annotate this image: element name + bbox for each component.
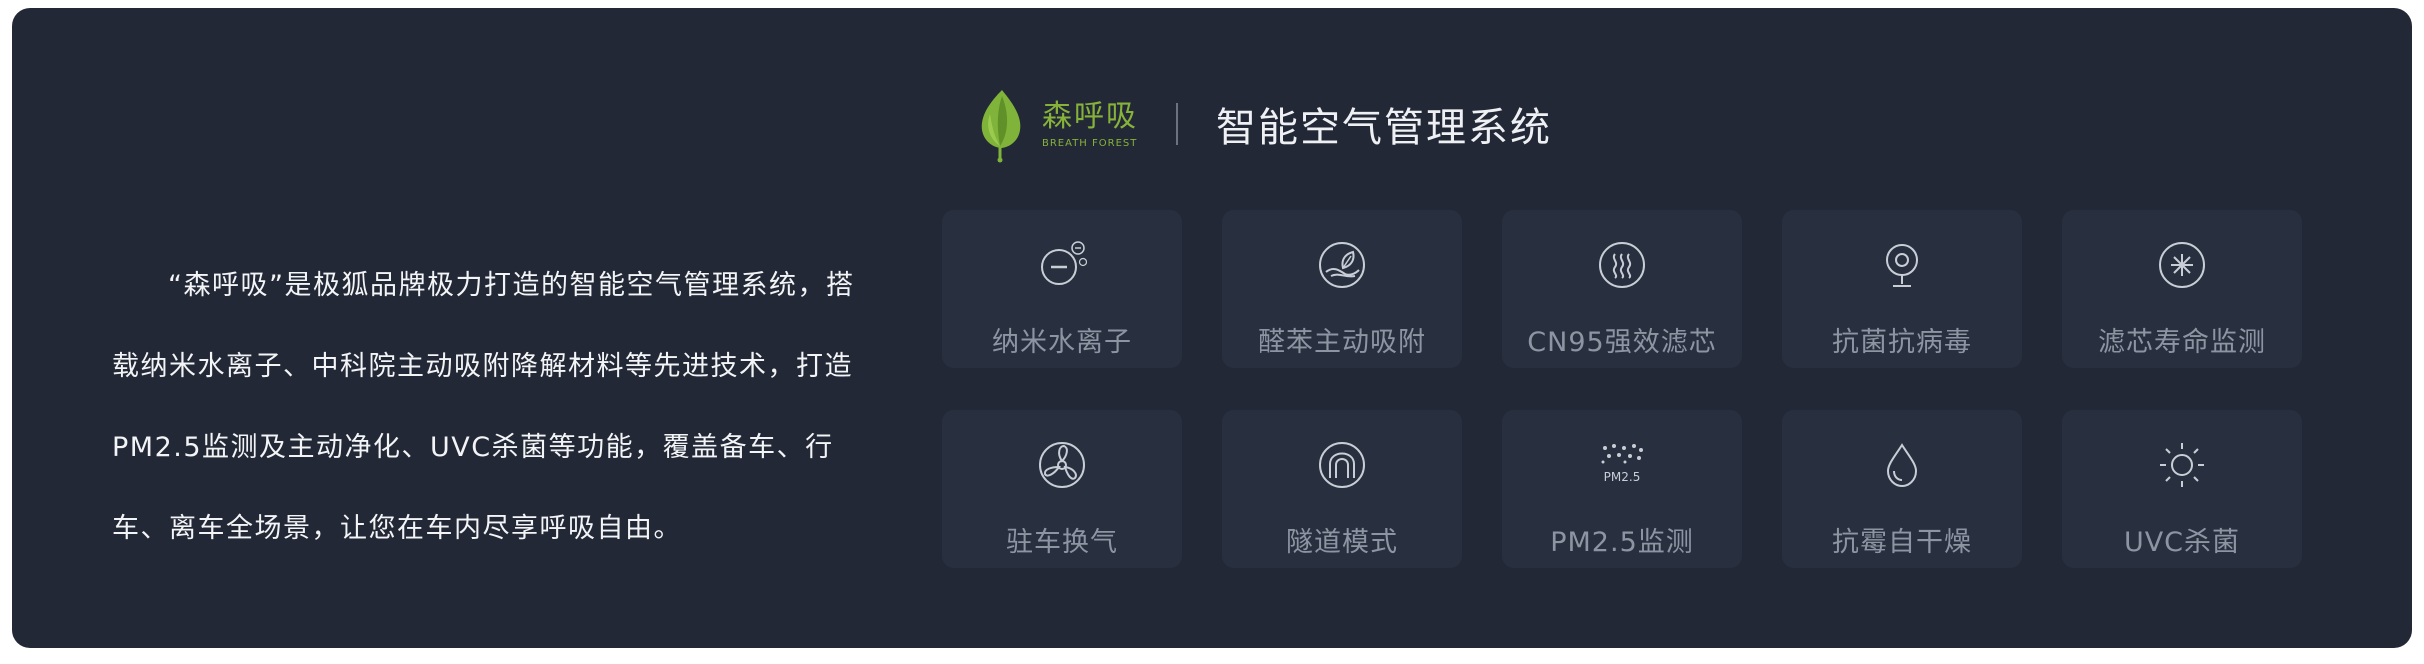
feature-label: UVC杀菌	[2123, 527, 2241, 558]
feature-card-tunnel-mode: 隧道模式	[1222, 410, 1462, 568]
feature-grid: 纳米水离子 醛苯主动吸附 CN95强效滤芯 抗菌抗病毒 滤芯寿命监测 驻车换气 …	[942, 210, 2312, 580]
feature-card-anti-mold: 抗霉自干燥	[1782, 410, 2022, 568]
feature-label: 滤芯寿命监测	[2098, 327, 2266, 358]
feature-card-antibacterial: 抗菌抗病毒	[1782, 210, 2022, 368]
feature-label: 抗菌抗病毒	[1832, 327, 1972, 358]
feature-card-leaf-adsorb: 醛苯主动吸附	[1222, 210, 1462, 368]
feature-card-filter-life: 滤芯寿命监测	[2062, 210, 2302, 368]
tunnel-icon	[1317, 440, 1367, 490]
brand-name-cn: 森呼吸	[1042, 98, 1138, 134]
feature-card-parking-ventilation: 驻车换气	[942, 410, 1182, 568]
feature-label: 醛苯主动吸附	[1258, 327, 1426, 358]
water-drop-icon	[1877, 440, 1927, 490]
feature-panel: 森呼吸 BREATH FOREST 智能空气管理系统 “森呼吸”是极狐品牌极力打…	[12, 8, 2412, 648]
brand-logo: 森呼吸 BREATH FOREST	[970, 84, 1138, 164]
antibacterial-icon	[1877, 240, 1927, 290]
leaf-logo-icon	[981, 90, 1021, 163]
filter-life-icon	[2157, 240, 2207, 290]
feature-card-uvc: UVC杀菌	[2062, 410, 2302, 568]
nano-ion-icon	[1037, 240, 1087, 290]
feature-card-pm25: PM2.5 PM2.5监测	[1502, 410, 1742, 568]
feature-label: 隧道模式	[1286, 527, 1398, 558]
fan-icon	[1037, 440, 1087, 490]
feature-label: CN95强效滤芯	[1527, 327, 1717, 358]
filter-waves-icon	[1597, 240, 1647, 290]
pm25-icon: PM2.5	[1601, 444, 1643, 484]
pm25-icon-text: PM2.5	[1604, 470, 1641, 484]
header: 森呼吸 BREATH FOREST 智能空气管理系统	[970, 84, 1552, 164]
feature-label: PM2.5监测	[1550, 527, 1694, 558]
feature-label: 纳米水离子	[992, 327, 1132, 358]
feature-card-nano-ion: 纳米水离子	[942, 210, 1182, 368]
leaf-adsorb-icon	[1317, 240, 1367, 290]
brand-name-en: BREATH FOREST	[1042, 137, 1138, 149]
system-description: “森呼吸”是极狐品牌极力打造的智能空气管理系统，搭载纳米水离子、中科院主动吸附降…	[112, 270, 855, 544]
feature-card-cn95-filter: CN95强效滤芯	[1502, 210, 1742, 368]
feature-label: 驻车换气	[1006, 527, 1118, 558]
page-title: 智能空气管理系统	[1216, 105, 1552, 151]
feature-label: 抗霉自干燥	[1832, 527, 1972, 558]
header-divider	[1176, 103, 1178, 145]
sun-uvc-icon	[2157, 440, 2207, 490]
